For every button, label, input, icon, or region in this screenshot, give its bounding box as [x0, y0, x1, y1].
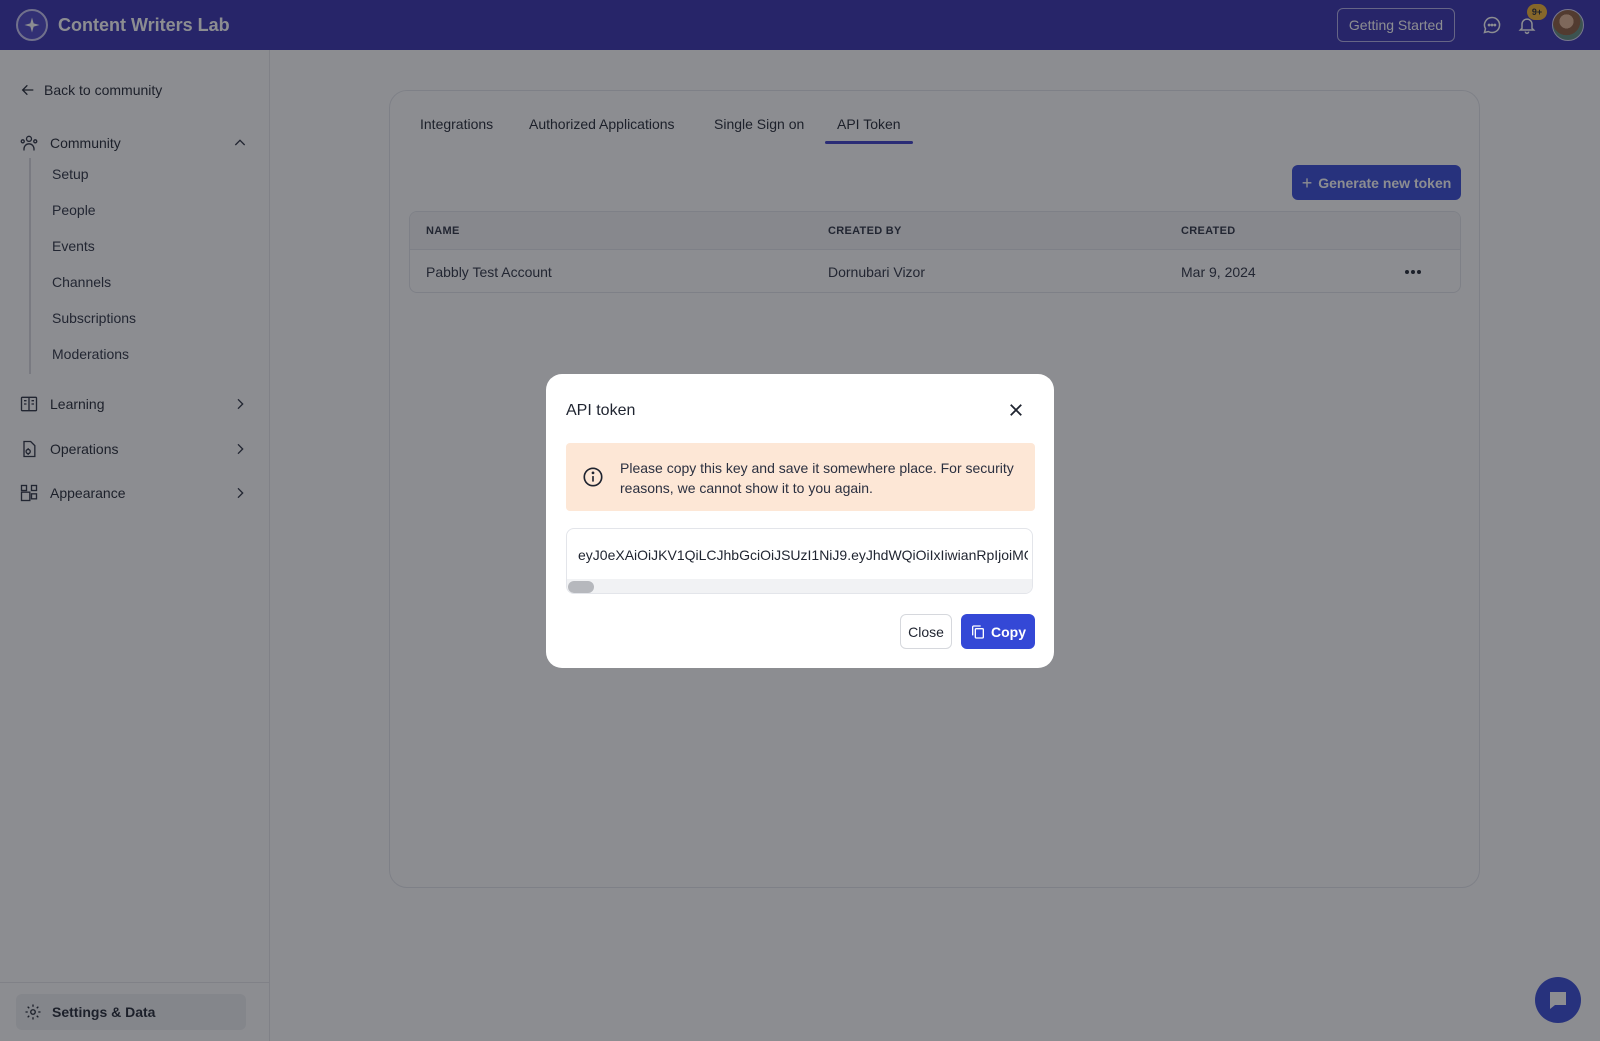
- security-warning: Please copy this key and save it somewhe…: [566, 443, 1035, 511]
- token-value[interactable]: eyJ0eXAiOiJKV1QiLCJhbGciOiJSUzI1NiJ9.eyJ…: [578, 547, 1028, 563]
- horizontal-scrollbar[interactable]: [567, 579, 1032, 593]
- close-icon[interactable]: [1004, 398, 1028, 422]
- info-icon: [583, 467, 603, 487]
- copy-button[interactable]: Copy: [961, 614, 1035, 649]
- api-token-dialog: API token Please copy this key and save …: [546, 374, 1054, 668]
- warning-text: Please copy this key and save it somewhe…: [620, 460, 1014, 496]
- token-field[interactable]: eyJ0eXAiOiJKV1QiLCJhbGciOiJSUzI1NiJ9.eyJ…: [566, 528, 1033, 594]
- copy-label: Copy: [991, 623, 1026, 640]
- scrollbar-thumb[interactable]: [568, 581, 594, 593]
- copy-icon: [972, 624, 984, 639]
- dialog-title: API token: [566, 402, 636, 419]
- close-button[interactable]: Close: [900, 614, 952, 649]
